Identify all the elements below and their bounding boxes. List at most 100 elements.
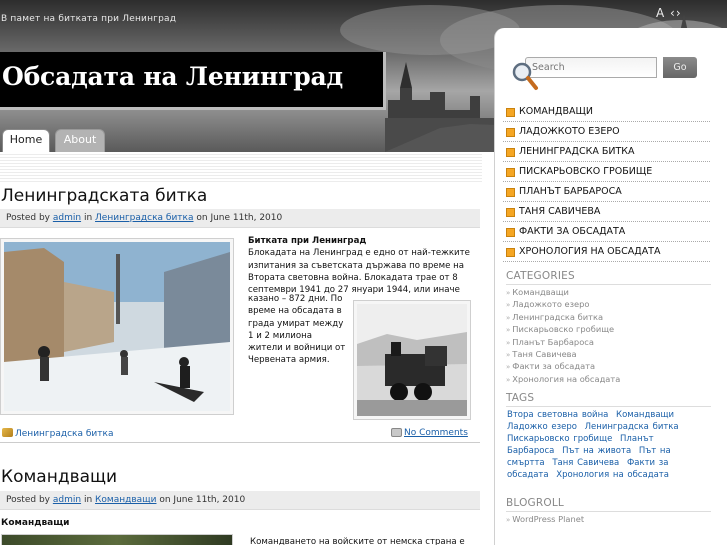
arrow-icon: »: [506, 516, 511, 524]
arrow-icon: »: [506, 289, 511, 297]
arrow-icon: »: [506, 338, 511, 347]
categories-divider: [506, 284, 711, 285]
menu-bullet-icon: [506, 168, 515, 177]
post-body-text: Блокадата на Ленинград е едно от най-теж…: [248, 248, 470, 296]
tag-link[interactable]: Пискарьовско гробище: [507, 434, 612, 444]
comments-link[interactable]: No Comments: [391, 428, 468, 438]
font-size-tools[interactable]: A ‹›: [656, 6, 682, 20]
category-item[interactable]: » Ладожкото езеро: [506, 299, 716, 311]
tab-home[interactable]: Home: [2, 129, 50, 152]
menu-item-komandvashti[interactable]: КОМАНДВАЩИ: [503, 102, 710, 122]
search-input[interactable]: [525, 57, 657, 78]
category-item[interactable]: » Факти за обсадата: [506, 361, 716, 373]
category-link[interactable]: Ленинградска битка: [95, 213, 193, 223]
menu-item-label: ПИСКАРЬОВСКО ГРОБИЩЕ: [519, 166, 653, 177]
post-body-title: Битката при Ленинград: [248, 236, 367, 246]
post-image-train[interactable]: [353, 300, 471, 420]
blogroll-item[interactable]: » WordPress Planet: [506, 514, 716, 526]
arrow-icon: »: [506, 313, 511, 322]
train-photo: [357, 304, 467, 416]
post-title[interactable]: Командващи: [1, 467, 117, 487]
menu-bullet-icon: [506, 228, 515, 237]
tag-link[interactable]: Път на живота: [562, 446, 631, 456]
menu-item-label: КОМАНДВАЩИ: [519, 106, 593, 117]
post-image-street[interactable]: [0, 238, 234, 415]
tags-heading: TAGS: [506, 392, 535, 404]
category-item[interactable]: » Планът Барбароса: [506, 337, 716, 349]
meta-date: on June 11th, 2010: [196, 213, 283, 223]
post-meta: Posted by admin in Ленинградска битка on…: [0, 209, 480, 228]
blogroll-list: » WordPress Planet: [506, 514, 716, 526]
arrow-icon: »: [506, 363, 511, 372]
menu-bullet-icon: [506, 148, 515, 157]
menu-bullet-icon: [506, 208, 515, 217]
menu-item-tanya[interactable]: ТАНЯ САВИЧЕВА: [503, 202, 710, 222]
tag-link[interactable]: Таня Савичева: [552, 458, 619, 468]
menu-item-leningradska-bitka[interactable]: ЛЕНИНГРАДСКА БИТКА: [503, 142, 710, 162]
menu-item-hronologia[interactable]: ХРОНОЛОГИЯ НА ОБСАДАТА: [503, 242, 710, 262]
tab-about[interactable]: About: [55, 129, 105, 152]
categories-heading: CATEGORIES: [506, 270, 575, 282]
tags-divider: [506, 406, 711, 407]
pages-menu: КОМАНДВАЩИ ЛАДОЖКОТО ЕЗЕРО ЛЕНИНГРАДСКА …: [503, 102, 710, 262]
arrow-icon: »: [506, 301, 511, 310]
post-body-wrap: казано – 872 дни. По време на обсадата в…: [248, 294, 346, 366]
menu-bullet-icon: [506, 108, 515, 117]
category-item[interactable]: » Командващи: [506, 287, 716, 299]
menu-item-label: ФАКТИ ЗА ОБСАДАТА: [519, 226, 626, 237]
blogroll-divider: [506, 511, 711, 512]
post-image-commanders[interactable]: [1, 534, 233, 545]
meta-prefix: Posted by: [6, 213, 50, 223]
tag-icon: [2, 428, 13, 437]
tag-link[interactable]: Командващи: [616, 410, 674, 420]
post-title[interactable]: Ленинградската битка: [1, 186, 207, 206]
menu-item-label: ТАНЯ САВИЧЕВА: [519, 206, 601, 217]
category-item[interactable]: » Ленинградска битка: [506, 312, 716, 324]
menu-item-label: ХРОНОЛОГИЯ НА ОБСАДАТА: [519, 246, 661, 257]
site-title[interactable]: Обсадата на Ленинград: [2, 62, 343, 91]
site-title-box: Обсадата на Ленинград: [0, 52, 386, 110]
post-body-text: Командването на войските от немска стран…: [250, 537, 465, 545]
street-photo: [4, 242, 230, 411]
site-tagline: В памет на битката при Ленинград: [1, 14, 177, 24]
post-body: Битката при Ленинград Блокадата на Ленин…: [248, 235, 474, 296]
author-link[interactable]: admin: [53, 213, 81, 223]
tag-link[interactable]: Ленинградска битка: [585, 422, 679, 432]
category-item[interactable]: » Пискарьовско гробище: [506, 324, 716, 336]
menu-item-label: ЛАДОЖКОТО ЕЗЕРО: [519, 126, 620, 137]
comments-link-text[interactable]: No Comments: [404, 428, 468, 438]
category-item[interactable]: » Хронология на обсадата: [506, 374, 716, 386]
menu-item-piskaryovsko[interactable]: ПИСКАРЬОВСКО ГРОБИЩЕ: [503, 162, 710, 182]
post-footer-category[interactable]: Ленинградска битка: [2, 428, 113, 439]
sidebar: Go КОМАНДВАЩИ ЛАДОЖКОТО ЕЗЕРО ЛЕНИНГРАДС…: [494, 28, 727, 545]
post-footer: Ленинградска битка No Comments: [0, 425, 480, 443]
menu-item-label: ЛЕНИНГРАДСКА БИТКА: [519, 146, 635, 157]
meta-date: on June 11th, 2010: [159, 495, 246, 505]
menu-item-barbarosa[interactable]: ПЛАНЪТ БАРБАРОСА: [503, 182, 710, 202]
menu-bullet-icon: [506, 188, 515, 197]
author-link[interactable]: admin: [53, 495, 81, 505]
tag-link[interactable]: Ладожко езеро: [507, 422, 577, 432]
categories-list: » Командващи » Ладожкото езеро » Ленинградс…: [506, 287, 716, 386]
arrow-icon: »: [506, 351, 511, 360]
category-item[interactable]: » Таня Савичева: [506, 349, 716, 361]
footer-category-link[interactable]: Ленинградска битка: [15, 429, 113, 439]
main-stripe-pattern: [0, 152, 482, 182]
menu-item-label: ПЛАНЪТ БАРБАРОСА: [519, 186, 622, 197]
menu-item-fakti[interactable]: ФАКТИ ЗА ОБСАДАТА: [503, 222, 710, 242]
menu-item-ladozhkoto-ezero[interactable]: ЛАДОЖКОТО ЕЗЕРО: [503, 122, 710, 142]
meta-in: in: [83, 495, 93, 505]
tag-cloud: Втора световна война Командващи Ладожко …: [507, 409, 705, 481]
blogroll-heading: BLOGROLL: [506, 497, 564, 509]
arrow-icon: »: [506, 326, 511, 335]
post-meta: Posted by admin in Командващи on June 11…: [0, 491, 480, 510]
post-body-title: Командващи: [1, 518, 70, 528]
meta-in: in: [83, 213, 93, 223]
tag-link[interactable]: Хронология на обсадата: [556, 470, 669, 480]
arrow-icon: »: [506, 375, 511, 384]
search-go-button[interactable]: Go: [663, 57, 697, 78]
meta-prefix: Posted by: [6, 495, 50, 505]
category-link[interactable]: Командващи: [95, 495, 156, 505]
tag-link[interactable]: Втора световна война: [507, 410, 608, 420]
comment-icon: [391, 428, 402, 437]
